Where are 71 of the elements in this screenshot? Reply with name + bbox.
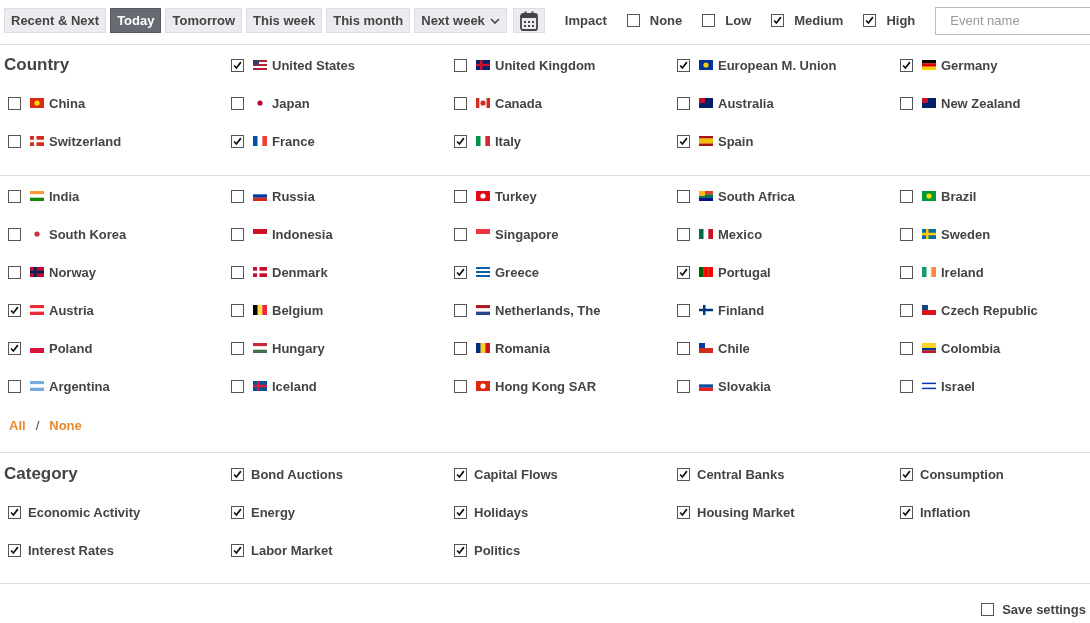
impact-label: Impact xyxy=(564,13,607,28)
country-label: Chile xyxy=(718,340,750,356)
country-label: China xyxy=(49,95,86,111)
category-label: Bond Auctions xyxy=(251,466,343,482)
country-label: Austria xyxy=(49,302,94,318)
impact-option-label: None xyxy=(649,13,683,28)
country-label: Germany xyxy=(941,57,998,73)
period-tab[interactable]: Tomorrow xyxy=(165,8,243,33)
section-title: Category xyxy=(4,464,79,484)
country-label: Sweden xyxy=(941,226,991,242)
category-label: Capital Flows xyxy=(474,466,558,482)
country-label: Turkey xyxy=(495,188,537,204)
country-label: Netherlands, The xyxy=(495,302,601,318)
country-label: Slovakia xyxy=(718,378,771,394)
country-label: Singapore xyxy=(495,226,559,242)
country-label: United Kingdom xyxy=(495,57,596,73)
country-label: Denmark xyxy=(272,264,328,280)
category-label: Economic Activity xyxy=(28,504,141,520)
save-settings-label: Save settings xyxy=(1002,602,1086,617)
category-label: Housing Market xyxy=(697,504,795,520)
country-label: Hong Kong SAR xyxy=(495,378,597,394)
category-label: Central Banks xyxy=(697,466,785,482)
country-label: Brazil xyxy=(941,188,977,204)
country-label: New Zealand xyxy=(941,95,1021,111)
separator: / xyxy=(35,418,40,433)
country-label: Czech Republic xyxy=(941,302,1038,318)
event-name-field[interactable]: Event name xyxy=(935,6,1090,35)
country-label: Italy xyxy=(495,133,521,149)
country-label: Colombia xyxy=(941,340,1001,356)
country-label: Canada xyxy=(495,95,542,111)
country-label: Hungary xyxy=(272,340,325,356)
country-label: Indonesia xyxy=(272,226,333,242)
country-label: Mexico xyxy=(718,226,763,242)
category-label: Holidays xyxy=(474,504,529,520)
country-label: United States xyxy=(272,57,356,73)
country-label: Belgium xyxy=(272,302,324,318)
category-label: Consumption xyxy=(920,466,1004,482)
category-label: Labor Market xyxy=(251,542,333,558)
category-label: Inflation xyxy=(920,504,971,520)
country-label: Greece xyxy=(495,264,540,280)
country-label: Japan xyxy=(272,95,310,111)
country-label: Argentina xyxy=(49,378,110,394)
country-label: Finland xyxy=(718,302,765,318)
country-label: Russia xyxy=(272,188,315,204)
country-label: Switzerland xyxy=(49,133,122,149)
country-label: European M. Union xyxy=(718,57,837,73)
period-tab[interactable]: Next week xyxy=(414,8,507,33)
country-label: Spain xyxy=(718,133,754,149)
period-tab[interactable]: This week xyxy=(246,8,323,33)
country-label: Portugal xyxy=(718,264,771,280)
country-label: Ireland xyxy=(941,264,984,280)
impact-option-label: Low xyxy=(725,13,752,28)
country-label: France xyxy=(272,133,315,149)
country-label: South Africa xyxy=(718,188,795,204)
country-label: India xyxy=(49,188,80,204)
country-label: Iceland xyxy=(272,378,317,394)
period-tab[interactable]: Recent & Next xyxy=(4,8,107,33)
period-tab[interactable]: This month xyxy=(326,8,411,33)
impact-option-label: Medium xyxy=(794,13,844,28)
period-tab[interactable]: Today xyxy=(110,8,162,33)
section-title: Country xyxy=(4,55,71,75)
country-label: Romania xyxy=(495,340,550,356)
country-label: Norway xyxy=(49,264,96,280)
country-label: Poland xyxy=(49,340,93,356)
category-label: Energy xyxy=(251,504,296,520)
country-label: Israel xyxy=(941,378,975,394)
country-label: South Korea xyxy=(49,226,127,242)
impact-option-label: High xyxy=(886,13,916,28)
category-label: Interest Rates xyxy=(28,542,114,558)
category-label: Politics xyxy=(474,542,521,558)
country-label: Australia xyxy=(718,95,774,111)
